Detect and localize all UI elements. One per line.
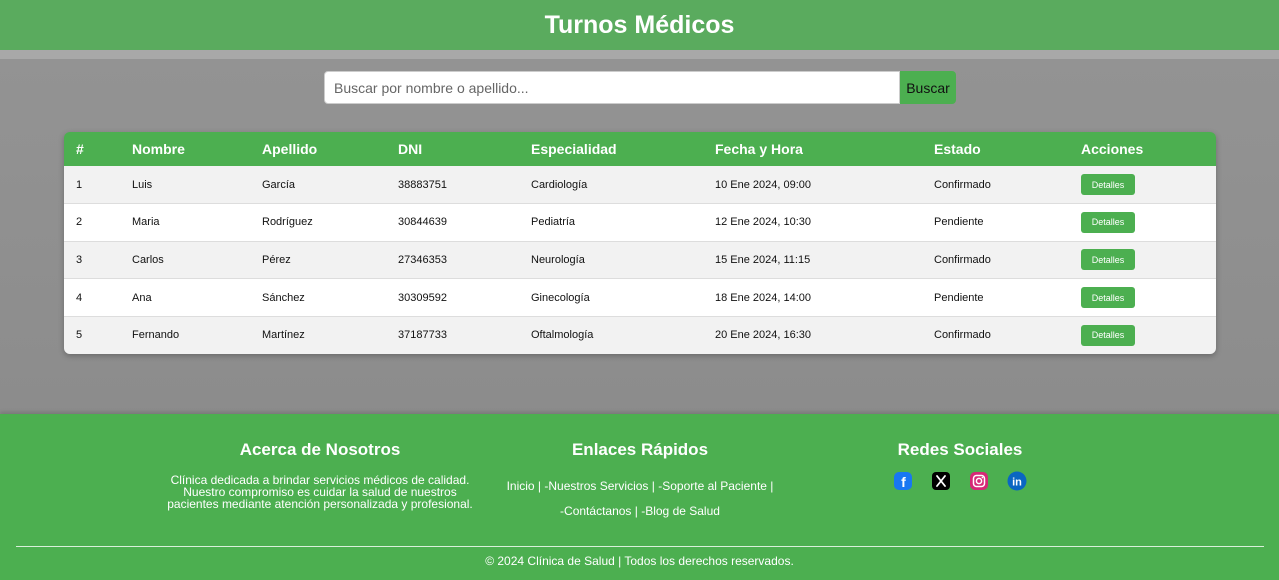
copyright-text: © 2024 Clínica de Salud | Todos los dere…: [485, 554, 794, 568]
header-divider: [0, 50, 1279, 59]
table-row: 5 Fernando Martínez 37187733 Oftalmologí…: [64, 316, 1216, 354]
column-header-fecha: Fecha y Hora: [715, 141, 803, 157]
cell-acciones: Detalles: [1069, 204, 1216, 242]
table-row: 1 Luis García 38883751 Cardiología 10 En…: [64, 166, 1216, 204]
cell-apellido: Rodríguez: [262, 216, 313, 229]
appointments-table: # Nombre Apellido DNI Especialidad Fecha…: [64, 132, 1216, 354]
linkedin-icon[interactable]: in: [1007, 471, 1027, 491]
page-title: Turnos Médicos: [544, 10, 735, 39]
cell-estado: Confirmado: [934, 253, 991, 266]
link-blog-salud[interactable]: -Blog de Salud: [641, 504, 720, 518]
column-header-estado: Estado: [934, 141, 981, 157]
footer-links-row: Inicio | -Nuestros Servicios | -Soporte …: [490, 474, 790, 499]
cell-fecha: 15 Ene 2024, 11:15: [715, 253, 811, 266]
column-header-acciones: Acciones: [1081, 141, 1144, 157]
cell-dni: 30309592: [398, 291, 447, 304]
cell-apellido: Martínez: [262, 329, 305, 342]
details-button[interactable]: Detalles: [1081, 174, 1135, 196]
link-soporte-paciente[interactable]: -Soporte al Paciente |: [658, 479, 773, 493]
footer: Acerca de Nosotros Clínica dedicada a br…: [0, 414, 1279, 580]
cell-fecha: 18 Ene 2024, 14:00: [715, 291, 812, 304]
footer-social-title: Redes Sociales: [897, 440, 1023, 459]
cell-nombre: Ana: [132, 291, 152, 304]
instagram-icon[interactable]: [969, 471, 989, 491]
cell-nombre: Fernando: [132, 329, 180, 342]
cell-nombre: Maria: [132, 216, 160, 229]
cell-number: 5: [76, 329, 83, 342]
cell-number: 4: [76, 291, 83, 304]
x-icon[interactable]: [931, 471, 951, 491]
cell-fecha: 10 Ene 2024, 09:00: [715, 178, 812, 191]
cell-estado: Confirmado: [934, 329, 991, 342]
svg-text:in: in: [1012, 477, 1022, 489]
cell-number: 1: [76, 178, 83, 191]
footer-links-row: -Contáctanos | -Blog de Salud: [490, 499, 790, 524]
column-header-dni: DNI: [398, 141, 423, 157]
svg-text:f: f: [901, 474, 906, 490]
cell-estado: Pendiente: [934, 291, 984, 304]
facebook-icon[interactable]: f: [893, 471, 913, 491]
column-header-number: #: [76, 141, 84, 157]
cell-acciones: Detalles: [1069, 241, 1216, 279]
cell-nombre: Luis: [132, 178, 153, 191]
cell-fecha: 20 Ene 2024, 16:30: [715, 329, 812, 342]
cell-especialidad: Pediatría: [531, 216, 576, 229]
social-icons: f in: [860, 471, 1060, 491]
footer-links: Enlaces Rápidos Inicio | -Nuestros Servi…: [490, 440, 790, 524]
cell-number: 2: [76, 216, 83, 229]
search-input[interactable]: [324, 71, 900, 104]
table-row: 2 Maria Rodríguez 30844639 Pediatría 12 …: [64, 203, 1216, 242]
table-row: 4 Ana Sánchez 30309592 Ginecología 18 En…: [64, 278, 1216, 317]
footer-about-title: Acerca de Nosotros: [239, 440, 401, 459]
search-button[interactable]: Buscar: [900, 71, 956, 104]
cell-especialidad: Oftalmología: [531, 329, 594, 342]
cell-especialidad: Ginecología: [531, 291, 590, 304]
footer-about-text: Clínica dedicada a brindar servicios méd…: [167, 473, 473, 511]
details-button[interactable]: Detalles: [1081, 211, 1135, 233]
cell-dni: 27346353: [398, 253, 447, 266]
cell-dni: 38883751: [398, 178, 447, 191]
column-header-especialidad: Especialidad: [531, 141, 617, 157]
column-header-apellido: Apellido: [262, 141, 318, 157]
search-bar: Buscar: [324, 71, 956, 104]
cell-dni: 30844639: [398, 216, 447, 229]
details-button[interactable]: Detalles: [1081, 287, 1135, 309]
footer-links-title: Enlaces Rápidos: [571, 440, 709, 459]
cell-especialidad: Neurología: [531, 253, 585, 266]
cell-acciones: Detalles: [1069, 166, 1216, 204]
column-header-nombre: Nombre: [132, 141, 185, 157]
cell-estado: Confirmado: [934, 178, 991, 191]
cell-number: 3: [76, 253, 83, 266]
link-inicio[interactable]: Inicio |: [507, 479, 541, 493]
footer-divider: [16, 546, 1264, 547]
table-header-row: # Nombre Apellido DNI Especialidad Fecha…: [64, 132, 1216, 166]
footer-about: Acerca de Nosotros Clínica dedicada a br…: [160, 440, 480, 510]
cell-acciones: Detalles: [1069, 316, 1216, 354]
cell-estado: Pendiente: [934, 216, 984, 229]
cell-apellido: Pérez: [262, 253, 291, 266]
cell-dni: 37187733: [398, 329, 447, 342]
app-header: Turnos Médicos: [0, 0, 1279, 50]
cell-apellido: Sánchez: [262, 291, 305, 304]
cell-nombre: Carlos: [132, 253, 164, 266]
footer-social: Redes Sociales f in: [860, 440, 1060, 491]
details-button[interactable]: Detalles: [1081, 249, 1135, 271]
cell-acciones: Detalles: [1069, 279, 1216, 317]
cell-especialidad: Cardiología: [531, 178, 588, 191]
link-contactanos[interactable]: -Contáctanos |: [560, 504, 638, 518]
details-button[interactable]: Detalles: [1081, 324, 1135, 346]
cell-apellido: García: [262, 178, 296, 191]
table-row: 3 Carlos Pérez 27346353 Neurología 15 En…: [64, 241, 1216, 279]
cell-fecha: 12 Ene 2024, 10:30: [715, 216, 812, 229]
link-nuestros-servicios[interactable]: -Nuestros Servicios |: [544, 479, 654, 493]
